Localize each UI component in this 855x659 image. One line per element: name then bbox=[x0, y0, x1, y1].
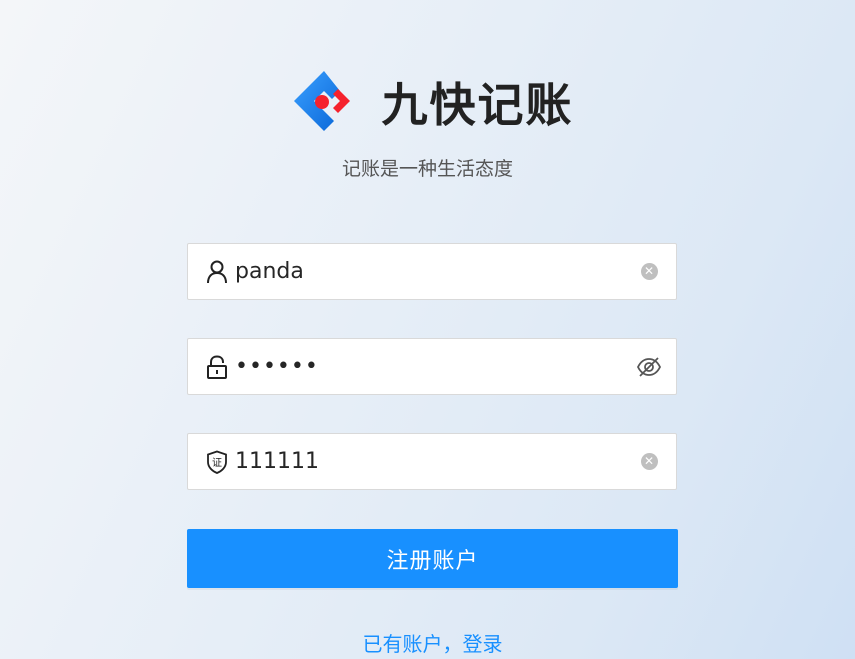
app-title: 九快记账 bbox=[381, 78, 574, 132]
username-field[interactable]: panda ✕ bbox=[187, 243, 677, 300]
verification-code-field[interactable]: 证 111111 ✕ bbox=[187, 433, 677, 490]
certificate-shield-icon: 证 bbox=[205, 450, 229, 474]
clear-icon[interactable]: ✕ bbox=[636, 449, 662, 475]
clear-icon[interactable]: ✕ bbox=[636, 259, 662, 285]
register-button[interactable]: 注册账户 bbox=[187, 529, 678, 588]
password-field[interactable]: •••••• bbox=[187, 338, 677, 395]
code-input[interactable]: 111111 bbox=[235, 449, 636, 474]
password-input[interactable]: •••••• bbox=[235, 354, 636, 379]
header: 九快记账 bbox=[0, 68, 855, 136]
tagline: 记账是一种生活态度 bbox=[341, 158, 513, 180]
logo-icon bbox=[293, 71, 350, 131]
eye-invisible-icon[interactable] bbox=[636, 354, 662, 380]
login-link[interactable]: 已有账户，登录 bbox=[363, 632, 503, 656]
lock-icon bbox=[205, 354, 229, 379]
certificate-glyph: 证 bbox=[212, 457, 222, 469]
user-icon bbox=[205, 260, 229, 284]
username-input[interactable]: panda bbox=[235, 259, 636, 284]
login-link-container: 已有账户，登录 bbox=[0, 628, 855, 657]
